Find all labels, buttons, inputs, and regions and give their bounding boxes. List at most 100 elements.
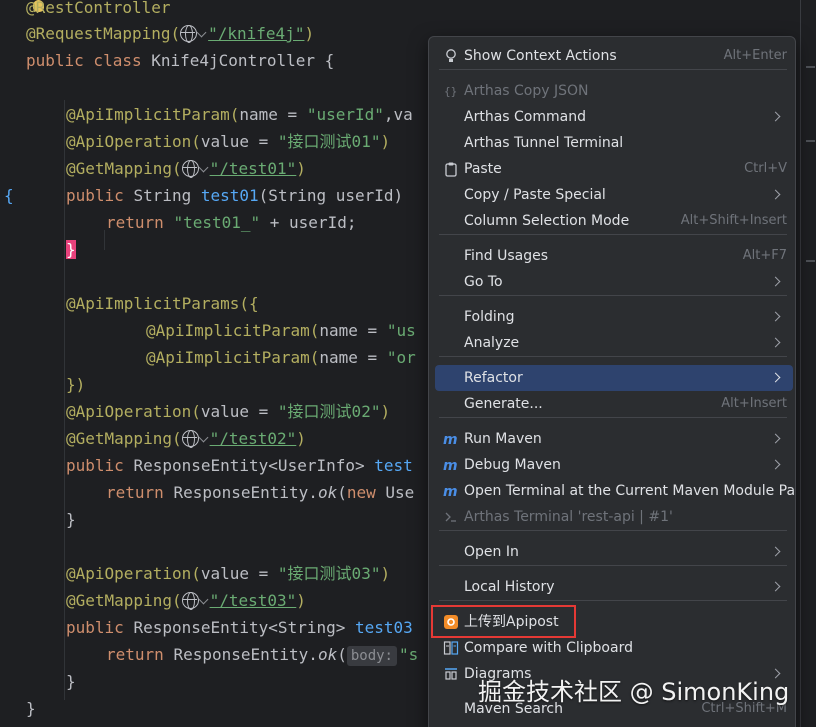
- menu-item[interactable]: Copy / Paste Special: [435, 182, 793, 208]
- code-text: ,va: [383, 105, 413, 124]
- menu-item[interactable]: Arthas Command: [435, 104, 793, 130]
- menu-separator: [439, 69, 787, 70]
- globe-icon[interactable]: [180, 24, 198, 43]
- string-literal: "s: [399, 645, 419, 664]
- menu-item-shortcut: Alt+Shift+Insert: [680, 213, 787, 228]
- menu-item[interactable]: Local History: [435, 574, 793, 600]
- indent-guide: [64, 100, 65, 700]
- annotation: @RequestMapping(: [26, 24, 181, 43]
- matched-brace: }: [66, 240, 76, 259]
- code-text: + userId;: [260, 213, 357, 232]
- code-text: name =: [319, 348, 387, 367]
- watermark: 掘金技术社区 @ SimonKing: [478, 678, 790, 706]
- menu-item[interactable]: m Run Maven: [435, 426, 793, 452]
- string-literal: "us: [386, 321, 416, 340]
- scroll-marker: [806, 66, 815, 68]
- diagram-icon: [443, 666, 459, 682]
- url-string[interactable]: "/knife4j": [208, 24, 304, 43]
- menu-item[interactable]: Find Usages Alt+F7: [435, 243, 793, 269]
- keyword: new: [346, 483, 386, 502]
- code-text: value =: [200, 564, 278, 583]
- menu-item[interactable]: Open In: [435, 539, 793, 565]
- annotation: ): [380, 564, 391, 583]
- maven-icon: m: [443, 431, 459, 448]
- chevron-right-icon: [770, 546, 781, 557]
- menu-item-label: Arthas Copy JSON: [464, 83, 589, 99]
- menu-item[interactable]: Generate... Alt+Insert: [435, 391, 793, 417]
- editor-scrollbar[interactable]: [800, 0, 816, 727]
- url-string[interactable]: "/test01": [210, 159, 297, 178]
- menu-item-label: Open Terminal at the Current Maven Modul…: [464, 483, 796, 499]
- svg-text:m: m: [443, 458, 458, 473]
- code-line: @ApiOperation(value = "接口测试03"): [66, 560, 390, 587]
- menu-separator: [439, 234, 787, 235]
- url-string[interactable]: "/test03": [210, 591, 297, 610]
- menu-item-label: Compare with Clipboard: [464, 640, 633, 656]
- menu-item[interactable]: m Debug Maven: [435, 452, 793, 478]
- menu-item[interactable]: Analyze: [435, 330, 793, 356]
- menu-item[interactable]: Arthas Tunnel Terminal: [435, 130, 793, 156]
- url-string[interactable]: "/test02": [210, 429, 297, 448]
- chevron-down-icon[interactable]: [198, 594, 209, 605]
- code-text: ResponseEntity.: [173, 645, 318, 664]
- code-text: value =: [200, 402, 278, 421]
- string-literal: "接口测试03": [277, 564, 381, 583]
- globe-icon[interactable]: [181, 429, 199, 448]
- keyword: return: [106, 213, 174, 232]
- terminal-icon: [443, 509, 459, 525]
- lightbulb-icon: [443, 48, 459, 64]
- code-line: public class Knife4jController {: [26, 47, 334, 74]
- menu-item[interactable]: Paste Ctrl+V: [435, 156, 793, 182]
- globe-icon[interactable]: [181, 159, 199, 178]
- chevron-right-icon: [770, 581, 781, 592]
- parameter-hint: body:: [346, 645, 397, 666]
- menu-item[interactable]: Compare with Clipboard: [435, 635, 793, 661]
- menu-item-label: Arthas Terminal 'rest-api | #1': [464, 509, 673, 525]
- highlight-box: [431, 605, 576, 638]
- menu-separator: [439, 417, 787, 418]
- code-line: public ResponseEntity<String> test03: [66, 614, 413, 641]
- menu-item-label: Column Selection Mode: [464, 213, 630, 229]
- code-line: return ResponseEntity.ok(body: "s: [106, 641, 418, 668]
- method-call: ok: [317, 645, 338, 664]
- code-line: public ResponseEntity<UserInfo> test: [66, 452, 413, 479]
- chevron-down-icon[interactable]: [198, 162, 209, 173]
- chevron-down-icon[interactable]: [196, 27, 207, 38]
- code-line: @ApiImplicitParam(name = "userId",va: [66, 101, 413, 128]
- menu-separator: [439, 356, 787, 357]
- type-name: String: [133, 186, 201, 205]
- code-line: @ApiImplicitParams({: [66, 290, 259, 317]
- menu-item-label: Open In: [464, 544, 519, 560]
- menu-item[interactable]: Show Context Actions Alt+Enter: [435, 43, 793, 69]
- menu-item-label: Arthas Command: [464, 109, 586, 125]
- annotation: @GetMapping(: [66, 591, 182, 610]
- code-line: @ApiOperation(value = "接口测试01"): [66, 128, 390, 155]
- annotation: }): [66, 375, 86, 394]
- code-line: public String test01(String userId): [66, 182, 413, 209]
- annotation: ): [304, 24, 315, 43]
- annotation: @GetMapping(: [66, 159, 182, 178]
- brace: }: [66, 672, 76, 691]
- string-literal: "userId": [306, 105, 384, 124]
- code-line: @ApiImplicitParam(name = "or: [146, 344, 416, 371]
- menu-item-label: Debug Maven: [464, 457, 561, 473]
- context-menu[interactable]: Show Context Actions Alt+Enter {} Arthas Co…: [428, 36, 796, 727]
- string-literal: "or: [386, 348, 416, 367]
- maven-icon: m: [443, 457, 459, 474]
- keyword: public: [66, 618, 134, 637]
- keyword: return: [106, 483, 174, 502]
- annotation: ): [380, 132, 391, 151]
- menu-item[interactable]: m Open Terminal at the Current Maven Modu…: [435, 478, 796, 504]
- annotation: @GetMapping(: [66, 429, 182, 448]
- class-name: Knife4jController {: [151, 51, 335, 70]
- menu-item[interactable]: Folding: [435, 304, 793, 330]
- menu-item[interactable]: Refactor: [435, 365, 793, 391]
- annotation: @ApiImplicitParam(: [146, 321, 320, 340]
- menu-item[interactable]: Column Selection Mode Alt+Shift+Insert: [435, 208, 793, 234]
- chevron-right-icon: [770, 276, 781, 287]
- chevron-down-icon[interactable]: [198, 432, 209, 443]
- globe-icon[interactable]: [181, 591, 199, 610]
- code-line: }: [66, 236, 76, 263]
- menu-item[interactable]: Go To: [435, 269, 793, 295]
- annotation: @ApiOperation(: [66, 132, 201, 151]
